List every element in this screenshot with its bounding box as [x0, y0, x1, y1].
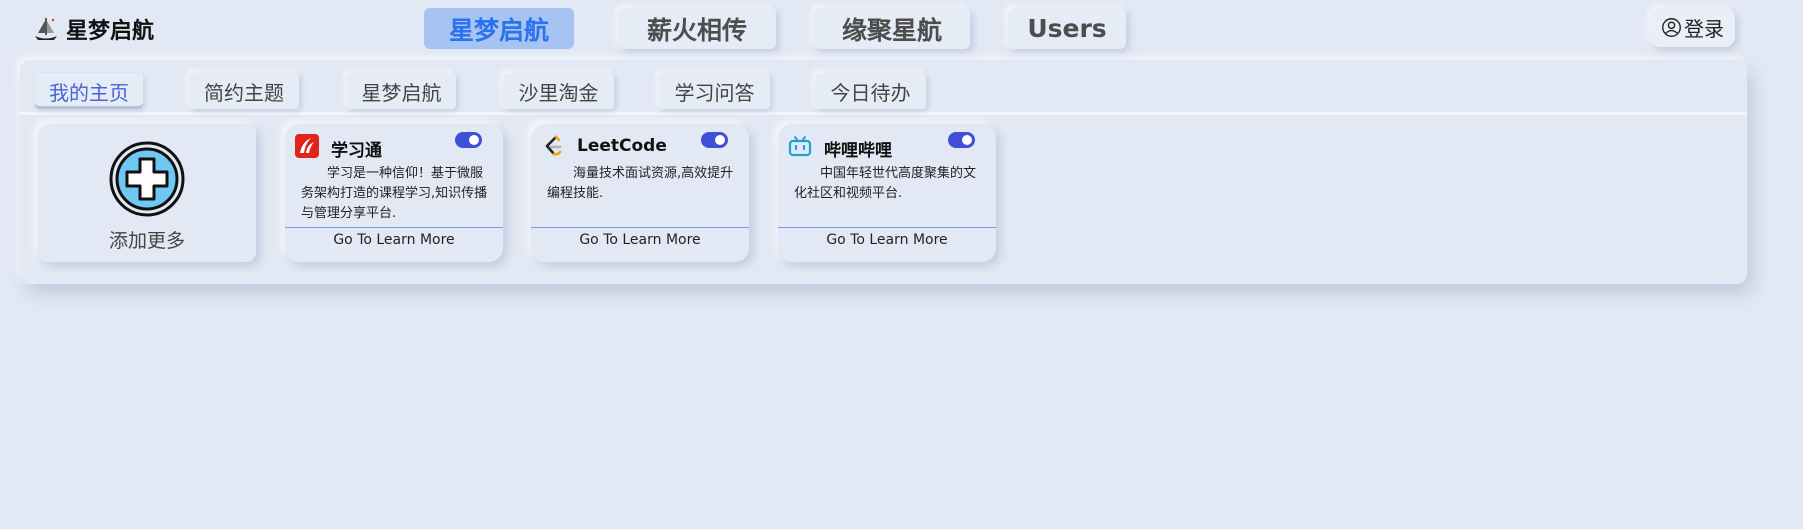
nav-tab-yuanju[interactable]: 缘聚星航 [814, 8, 970, 49]
xuexitong-logo-icon [295, 134, 319, 158]
login-button[interactable]: 登录 [1650, 8, 1735, 47]
subtab-todo[interactable]: 今日待办 [815, 73, 926, 109]
nav-tab-users[interactable]: Users [1008, 8, 1126, 49]
subtab-simple-theme[interactable]: 简约主题 [189, 73, 299, 109]
card-toggle[interactable] [701, 132, 728, 148]
nav-tab-xinhuo[interactable]: 薪火相传 [618, 8, 776, 49]
card-title: LeetCode [577, 136, 667, 156]
subtab-xingmeng[interactable]: 星梦启航 [347, 73, 456, 109]
add-more-label: 添加更多 [108, 230, 185, 252]
add-more-card[interactable]: 添加更多 [38, 124, 256, 262]
card-description: 海量技术面试资源,高效提升编程技能. [547, 166, 734, 201]
card-description: 学习是一种信仰！基于微服务架构打造的课程学习,知识传播与管理分享平台. [301, 166, 488, 221]
link-card-leetcode[interactable]: LeetCode 海量技术面试资源,高效提升编程技能. Go To Learn … [531, 124, 749, 262]
learn-more-link[interactable]: Go To Learn More [531, 232, 749, 248]
learn-more-link[interactable]: Go To Learn More [285, 232, 503, 248]
link-card-xuexitong[interactable]: 学习通 学习是一种信仰！基于微服务架构打造的课程学习,知识传播与管理分享平台. … [285, 124, 503, 262]
card-toggle[interactable] [948, 132, 975, 148]
card-title: 学习通 [331, 141, 382, 161]
main-panel: 我的主页 简约主题 星梦启航 沙里淘金 学习问答 今日待办 添加更多 学习通 学… [20, 60, 1747, 284]
learn-more-link[interactable]: Go To Learn More [778, 232, 996, 248]
card-description: 中国年轻世代高度聚集的文化社区和视频平台. [794, 166, 977, 201]
card-toggle[interactable] [455, 132, 482, 148]
bilibili-logo-icon [788, 136, 812, 157]
card-title: 哔哩哔哩 [824, 141, 892, 161]
plus-circle-icon [109, 141, 185, 217]
card-divider [285, 227, 503, 228]
subtab-my-home[interactable]: 我的主页 [35, 73, 143, 109]
ship-sail-icon [35, 18, 57, 40]
user-circle-icon [1662, 18, 1681, 37]
card-divider [778, 227, 996, 228]
login-label: 登录 [1684, 17, 1724, 41]
card-divider [531, 227, 749, 228]
subtab-shali[interactable]: 沙里淘金 [503, 73, 614, 109]
brand-name: 星梦启航 [66, 19, 155, 44]
app-root: 星梦启航 星梦启航 薪火相传 缘聚星航 Users 登录 我的主页 简约主题 星… [0, 0, 1803, 530]
leetcode-logo-icon [545, 135, 562, 156]
link-card-bilibili[interactable]: 哔哩哔哩 中国年轻世代高度聚集的文化社区和视频平台. Go To Learn M… [778, 124, 996, 262]
brand-logo[interactable]: 星梦启航 [32, 14, 154, 44]
top-bar: 星梦启航 星梦启航 薪火相传 缘聚星航 Users 登录 [0, 0, 1803, 56]
sub-tab-bar: 我的主页 简约主题 星梦启航 沙里淘金 学习问答 今日待办 [20, 60, 1747, 115]
subtab-qa[interactable]: 学习问答 [659, 73, 770, 109]
nav-tab-xingmeng[interactable]: 星梦启航 [424, 8, 574, 49]
